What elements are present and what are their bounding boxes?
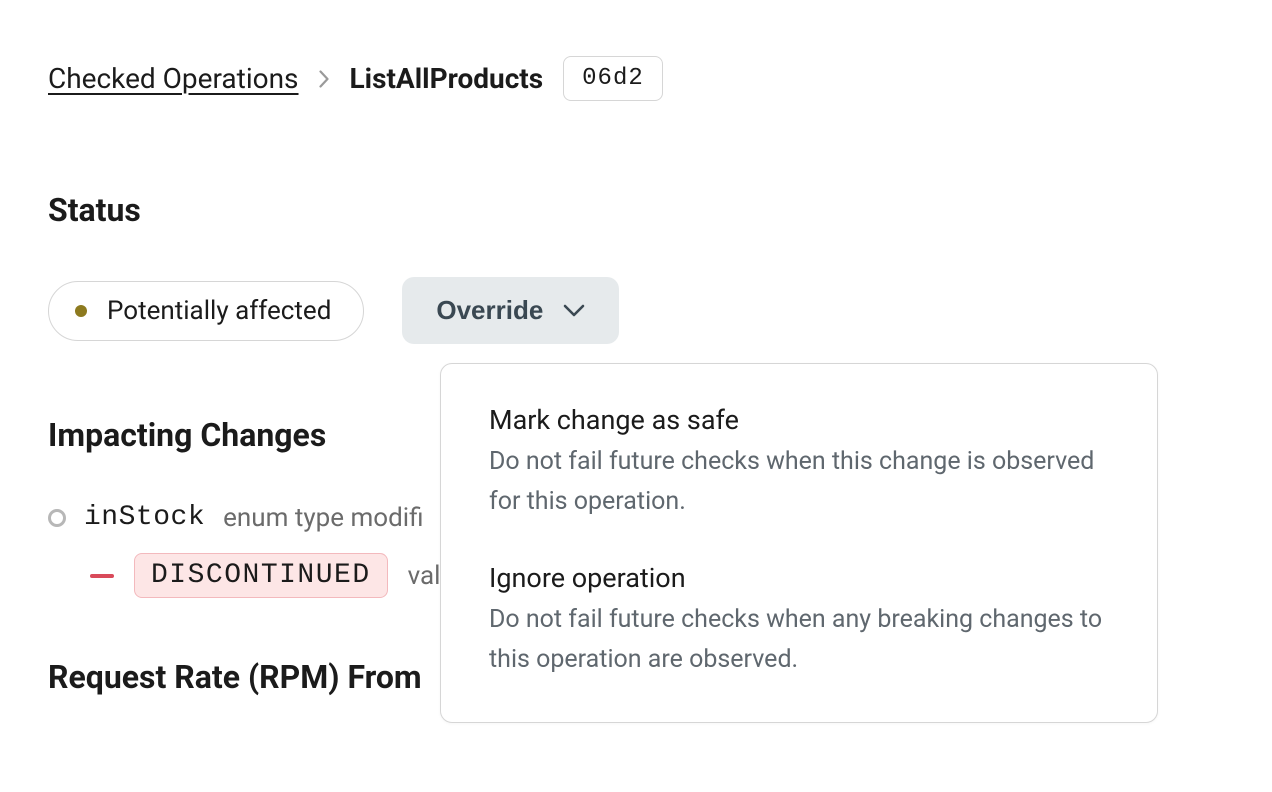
override-dropdown-menu: Mark change as safe Do not fail future c… xyxy=(440,363,1158,723)
breadcrumb: Checked Operations ListAllProducts 06d2 xyxy=(48,56,1224,101)
change-field-name: inStock xyxy=(84,502,205,533)
dropdown-item-ignore-operation[interactable]: Ignore operation Do not fail future chec… xyxy=(489,552,1109,690)
override-button[interactable]: Override xyxy=(402,277,619,344)
status-row: Potentially affected Override Mark chang… xyxy=(48,277,1224,344)
chevron-right-icon xyxy=(319,70,330,88)
removed-enum-value-badge: DISCONTINUED xyxy=(134,553,388,598)
dropdown-item-desc: Do not fail future checks when this chan… xyxy=(489,442,1109,522)
minus-icon xyxy=(90,574,114,578)
status-dot-icon xyxy=(75,305,87,317)
breadcrumb-current: ListAllProducts xyxy=(350,62,544,95)
circle-bullet-icon xyxy=(48,509,66,527)
chevron-down-icon xyxy=(563,304,585,318)
status-pill: Potentially affected xyxy=(48,281,364,341)
override-label: Override xyxy=(436,295,543,326)
dropdown-item-desc: Do not fail future checks when any break… xyxy=(489,600,1109,680)
removed-desc: val xyxy=(408,561,441,591)
dropdown-item-title: Mark change as safe xyxy=(489,404,1109,436)
dropdown-item-mark-safe[interactable]: Mark change as safe Do not fail future c… xyxy=(489,394,1109,532)
operation-hash-badge: 06d2 xyxy=(563,56,663,101)
status-heading: Status xyxy=(48,191,1224,229)
status-label: Potentially affected xyxy=(107,296,331,326)
change-desc: enum type modifi xyxy=(223,503,423,533)
breadcrumb-parent-link[interactable]: Checked Operations xyxy=(48,62,299,95)
dropdown-item-title: Ignore operation xyxy=(489,562,1109,594)
